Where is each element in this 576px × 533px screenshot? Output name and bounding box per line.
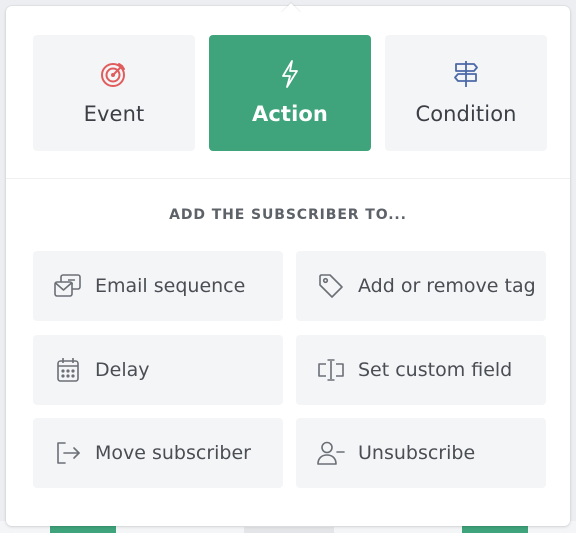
option-label: Add or remove tag — [358, 275, 536, 297]
step-type-label: Event — [83, 102, 145, 126]
option-delay[interactable]: Delay — [33, 335, 283, 405]
step-type-condition[interactable]: Condition — [385, 35, 547, 151]
email-sequence-icon — [53, 271, 83, 301]
option-set-custom-field[interactable]: Set custom field — [296, 335, 546, 405]
option-label: Move subscriber — [95, 442, 251, 464]
step-type-action[interactable]: Action — [209, 35, 371, 151]
target-icon — [100, 59, 128, 89]
step-type-label: Condition — [415, 102, 517, 126]
canvas-node-left — [50, 525, 116, 533]
option-label: Email sequence — [95, 275, 246, 297]
text-field-icon — [316, 355, 346, 385]
option-label: Unsubscribe — [358, 442, 476, 464]
step-type-label: Action — [252, 102, 328, 126]
canvas-node-right — [462, 525, 528, 533]
tag-icon — [316, 271, 346, 301]
option-unsubscribe[interactable]: Unsubscribe — [296, 418, 546, 488]
step-type-event[interactable]: Event — [33, 35, 195, 151]
option-add-or-remove-tag[interactable]: Add or remove tag — [296, 251, 546, 321]
option-label: Set custom field — [358, 359, 513, 381]
lightning-bolt-icon — [279, 59, 301, 89]
add-step-popover: Event Action Condition ADD THE SUBSCRIBE… — [6, 3, 570, 526]
section-heading: ADD THE SUBSCRIBER TO... — [169, 207, 407, 223]
step-type-selector: Event Action Condition — [33, 35, 547, 151]
move-icon — [53, 438, 83, 468]
user-minus-icon — [316, 438, 346, 468]
option-email-sequence[interactable]: Email sequence — [33, 251, 283, 321]
signpost-icon — [452, 59, 480, 89]
option-label: Delay — [95, 359, 150, 381]
canvas-node-middle — [244, 527, 334, 533]
calendar-icon — [53, 355, 83, 385]
divider — [6, 178, 570, 179]
option-move-subscriber[interactable]: Move subscriber — [33, 418, 283, 488]
